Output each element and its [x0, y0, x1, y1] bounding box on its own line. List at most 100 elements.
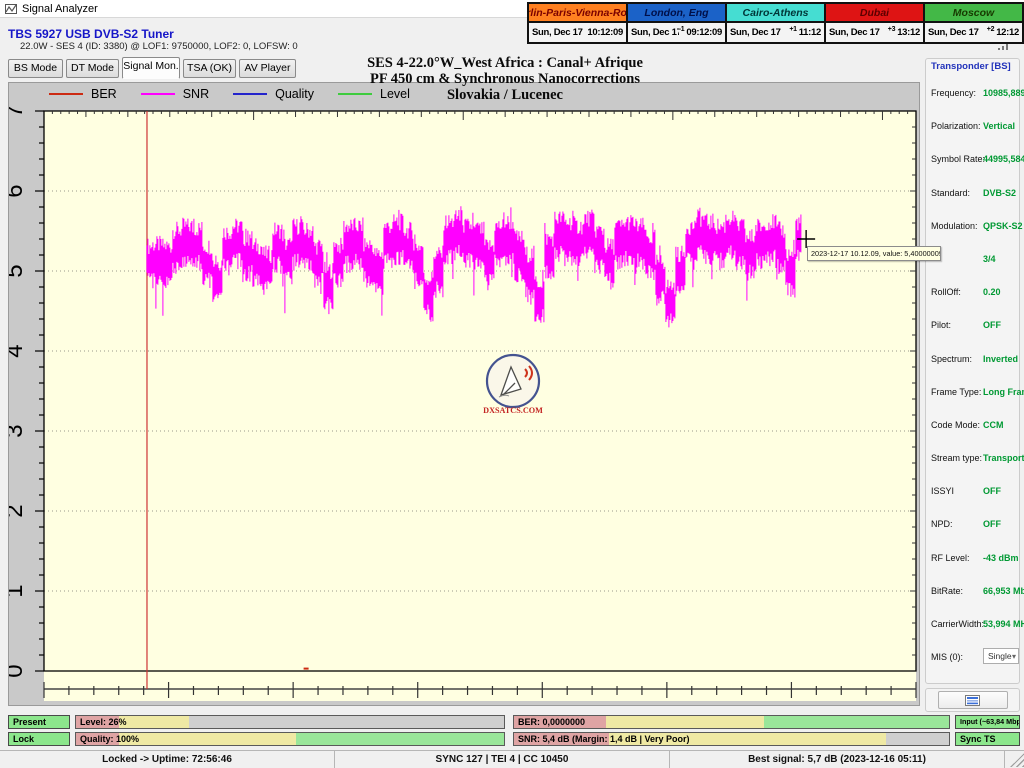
statusbar-sync-counters: SYNC 127 | TEI 4 | CC 10450	[335, 751, 670, 768]
dt-mode-button[interactable]: DT Mode	[66, 59, 119, 78]
cursor-value-tooltip: 2023-12-17 10.12.09, value: 5,4000000953…	[807, 246, 941, 261]
clock-utc-offset: -1	[678, 26, 685, 33]
transponder-group-title: Transponder [BS]	[931, 61, 1011, 72]
tp-row-code-mode: Code Mode: CCM	[931, 419, 1004, 430]
level-progressbar: Level: 26%	[75, 715, 505, 729]
legend-label: Quality	[275, 87, 315, 101]
level-line-swatch	[338, 93, 373, 95]
tuner-name: TBS 5927 USB DVB-S2 Tuner	[8, 27, 174, 41]
window-title: Signal Analyzer	[22, 2, 98, 15]
legend-label: SNR	[182, 87, 210, 101]
tp-row-pilot: Pilot: OFF	[931, 320, 1001, 331]
transponder-sidebar: Transponder [BS] Frequency: 10985,889 MH…	[922, 50, 1024, 714]
bs-mode-button[interactable]: BS Mode	[8, 59, 63, 78]
svg-text:2: 2	[9, 504, 28, 517]
actions-groupbox	[925, 688, 1020, 712]
tp-row-rolloff: RollOff: 0.20	[931, 287, 1001, 298]
svg-text:7: 7	[9, 104, 28, 117]
tp-row-symbol-rate: Symbol Rate: 44995,584 KS/s	[931, 154, 1024, 165]
tp-row-stream-type: Stream type: Transport	[931, 453, 1024, 464]
tp-row-issyi: ISSYI OFF	[931, 486, 1001, 497]
statusbar: Locked -> Uptime: 72:56:46 SYNC 127 | TE…	[0, 750, 1024, 768]
tp-row-standard: Standard: DVB-S2	[931, 187, 1017, 198]
app-icon	[5, 3, 17, 14]
clock-london: London, Eng Sun, Dec 17 -1 09:12:09	[628, 4, 727, 42]
signal-mon-tab[interactable]: Signal Mon.	[122, 57, 180, 79]
ber-progressbar: BER: 0,0000000	[513, 715, 950, 729]
clock-date: Sun, Dec 17	[730, 27, 781, 38]
monitor-row-1: Present Level: 26% BER: 0,0000000 Input …	[0, 715, 1024, 729]
watermark-text: DXSATCS.COM	[483, 406, 543, 415]
clock-date: Sun, Dec 17	[829, 27, 880, 38]
present-badge: Present	[8, 715, 70, 729]
legend-label: Level	[380, 87, 410, 101]
clock-time: 09:12:09	[686, 27, 722, 38]
clock-date: Sun, Dec 17	[532, 27, 583, 38]
clock-dubai: Dubai Sun, Dec 17 +3 13:12	[826, 4, 925, 42]
clock-time: 13:12	[897, 27, 920, 38]
clock-city-label: Dubai	[826, 4, 923, 23]
svg-text:4: 4	[9, 344, 28, 357]
statusbar-lock-uptime: Locked -> Uptime: 72:56:46	[0, 751, 335, 768]
clock-date: Sun, Dec 17	[631, 27, 679, 38]
tp-row-npd: NPD: OFF	[931, 519, 1001, 530]
tp-row-frequency: Frequency: 10985,889 MHz	[931, 88, 1024, 98]
legend-item-quality: Quality	[233, 87, 314, 101]
input-rate-badge: Input (~63,84 Mbps)	[955, 715, 1020, 729]
clock-utc-offset: +3	[887, 26, 896, 33]
clock-date: Sun, Dec 17	[928, 27, 979, 38]
clock-city-label: Cairo-Athens	[727, 4, 824, 23]
monitor-row-2: Lock Quality: 100% SNR: 5,4 dB (Margin: …	[0, 732, 1024, 746]
tp-row-fec: 3/4	[983, 253, 996, 264]
tp-row-bitrate: BitRate: 66,953 Mbit/s	[931, 585, 1024, 596]
tp-row-carrier-width: CarrierWidth: 53,994 MHz	[931, 619, 1024, 629]
legend-item-level: Level	[338, 87, 410, 101]
transponder-groupbox: Transponder [BS] Frequency: 10985,889 MH…	[925, 58, 1024, 684]
resize-grip[interactable]	[1010, 752, 1024, 767]
legend-label: BER	[91, 87, 117, 101]
tsa-button[interactable]: TSA (OK)	[183, 59, 236, 78]
tp-row-spectrum: Spectrum: Inverted	[931, 353, 1019, 364]
tp-row-mis: MIS (0): Single ▾	[931, 642, 1019, 675]
snr-plot-canvas[interactable]: 0 1 2 3 4 5 6 7	[9, 83, 921, 707]
mis-dropdown[interactable]: Single ▾	[983, 648, 1019, 665]
snr-progressbar: SNR: 5,4 dB (Margin: 1,4 dB | Very Poor)	[513, 732, 950, 746]
svg-text:3: 3	[9, 424, 28, 437]
dxsatcs-watermark: DXSATCS.COM	[483, 353, 543, 415]
legend-item-ber: BER	[49, 87, 117, 101]
signal-chart-panel[interactable]: BER SNR Quality Level 0 1 2 3 4 5 6 7 DXSATCS.C…	[8, 82, 920, 706]
clock-cairo: Cairo-Athens Sun, Dec 17 +1 11:12	[727, 4, 826, 42]
quality-progressbar: Quality: 100%	[75, 732, 505, 746]
quality-line-swatch	[233, 93, 268, 95]
clock-time: 11:12	[798, 27, 822, 38]
lock-badge: Lock	[8, 732, 70, 746]
svg-text:5: 5	[9, 264, 28, 277]
tp-row-frame-type: Frame Type: Long Frame	[931, 386, 1024, 397]
clock-berlin: Berlin-Paris-Vienna-Roma Sun, Dec 17 10:…	[529, 4, 628, 42]
clock-city-label: Moscow	[925, 4, 1022, 23]
svg-text:6: 6	[9, 184, 28, 197]
world-clocks: Berlin-Paris-Vienna-Roma Sun, Dec 17 10:…	[527, 2, 1024, 44]
tuner-info: 22.0W - SES 4 (ID: 3380) @ LOF1: 9750000…	[20, 41, 298, 52]
av-player-button[interactable]: AV Player	[239, 59, 296, 78]
clock-utc-offset: +1	[789, 26, 797, 33]
clock-utc-offset: +2	[986, 26, 995, 33]
svg-text:1: 1	[9, 584, 28, 597]
list-icon	[965, 694, 980, 706]
ber-line-swatch	[49, 93, 83, 95]
snr-line-swatch	[140, 93, 175, 95]
clock-city-label: London, Eng	[628, 4, 725, 23]
tp-row-polarization: Polarization: Vertical	[931, 121, 1016, 132]
chart-legend: BER SNR Quality Level	[49, 86, 434, 102]
sync-ts-badge: Sync TS	[955, 732, 1020, 746]
clock-time: 12:12	[996, 27, 1019, 38]
clock-time: 10:12:09	[587, 27, 623, 38]
chevron-down-icon: ▾	[1011, 651, 1016, 661]
statusbar-best-signal: Best signal: 5,7 dB (2023-12-16 05:11)	[670, 751, 1005, 768]
clock-moscow: Moscow Sun, Dec 17 +2 12:12	[925, 4, 1022, 42]
save-view-button[interactable]	[937, 691, 1008, 709]
tp-row-modulation: Modulation: QPSK-S2	[931, 220, 1023, 231]
legend-item-snr: SNR	[140, 87, 210, 101]
tp-row-rf-level: RF Level: -43 dBm	[931, 552, 1019, 563]
clock-city-label: Berlin-Paris-Vienna-Roma	[529, 4, 626, 23]
